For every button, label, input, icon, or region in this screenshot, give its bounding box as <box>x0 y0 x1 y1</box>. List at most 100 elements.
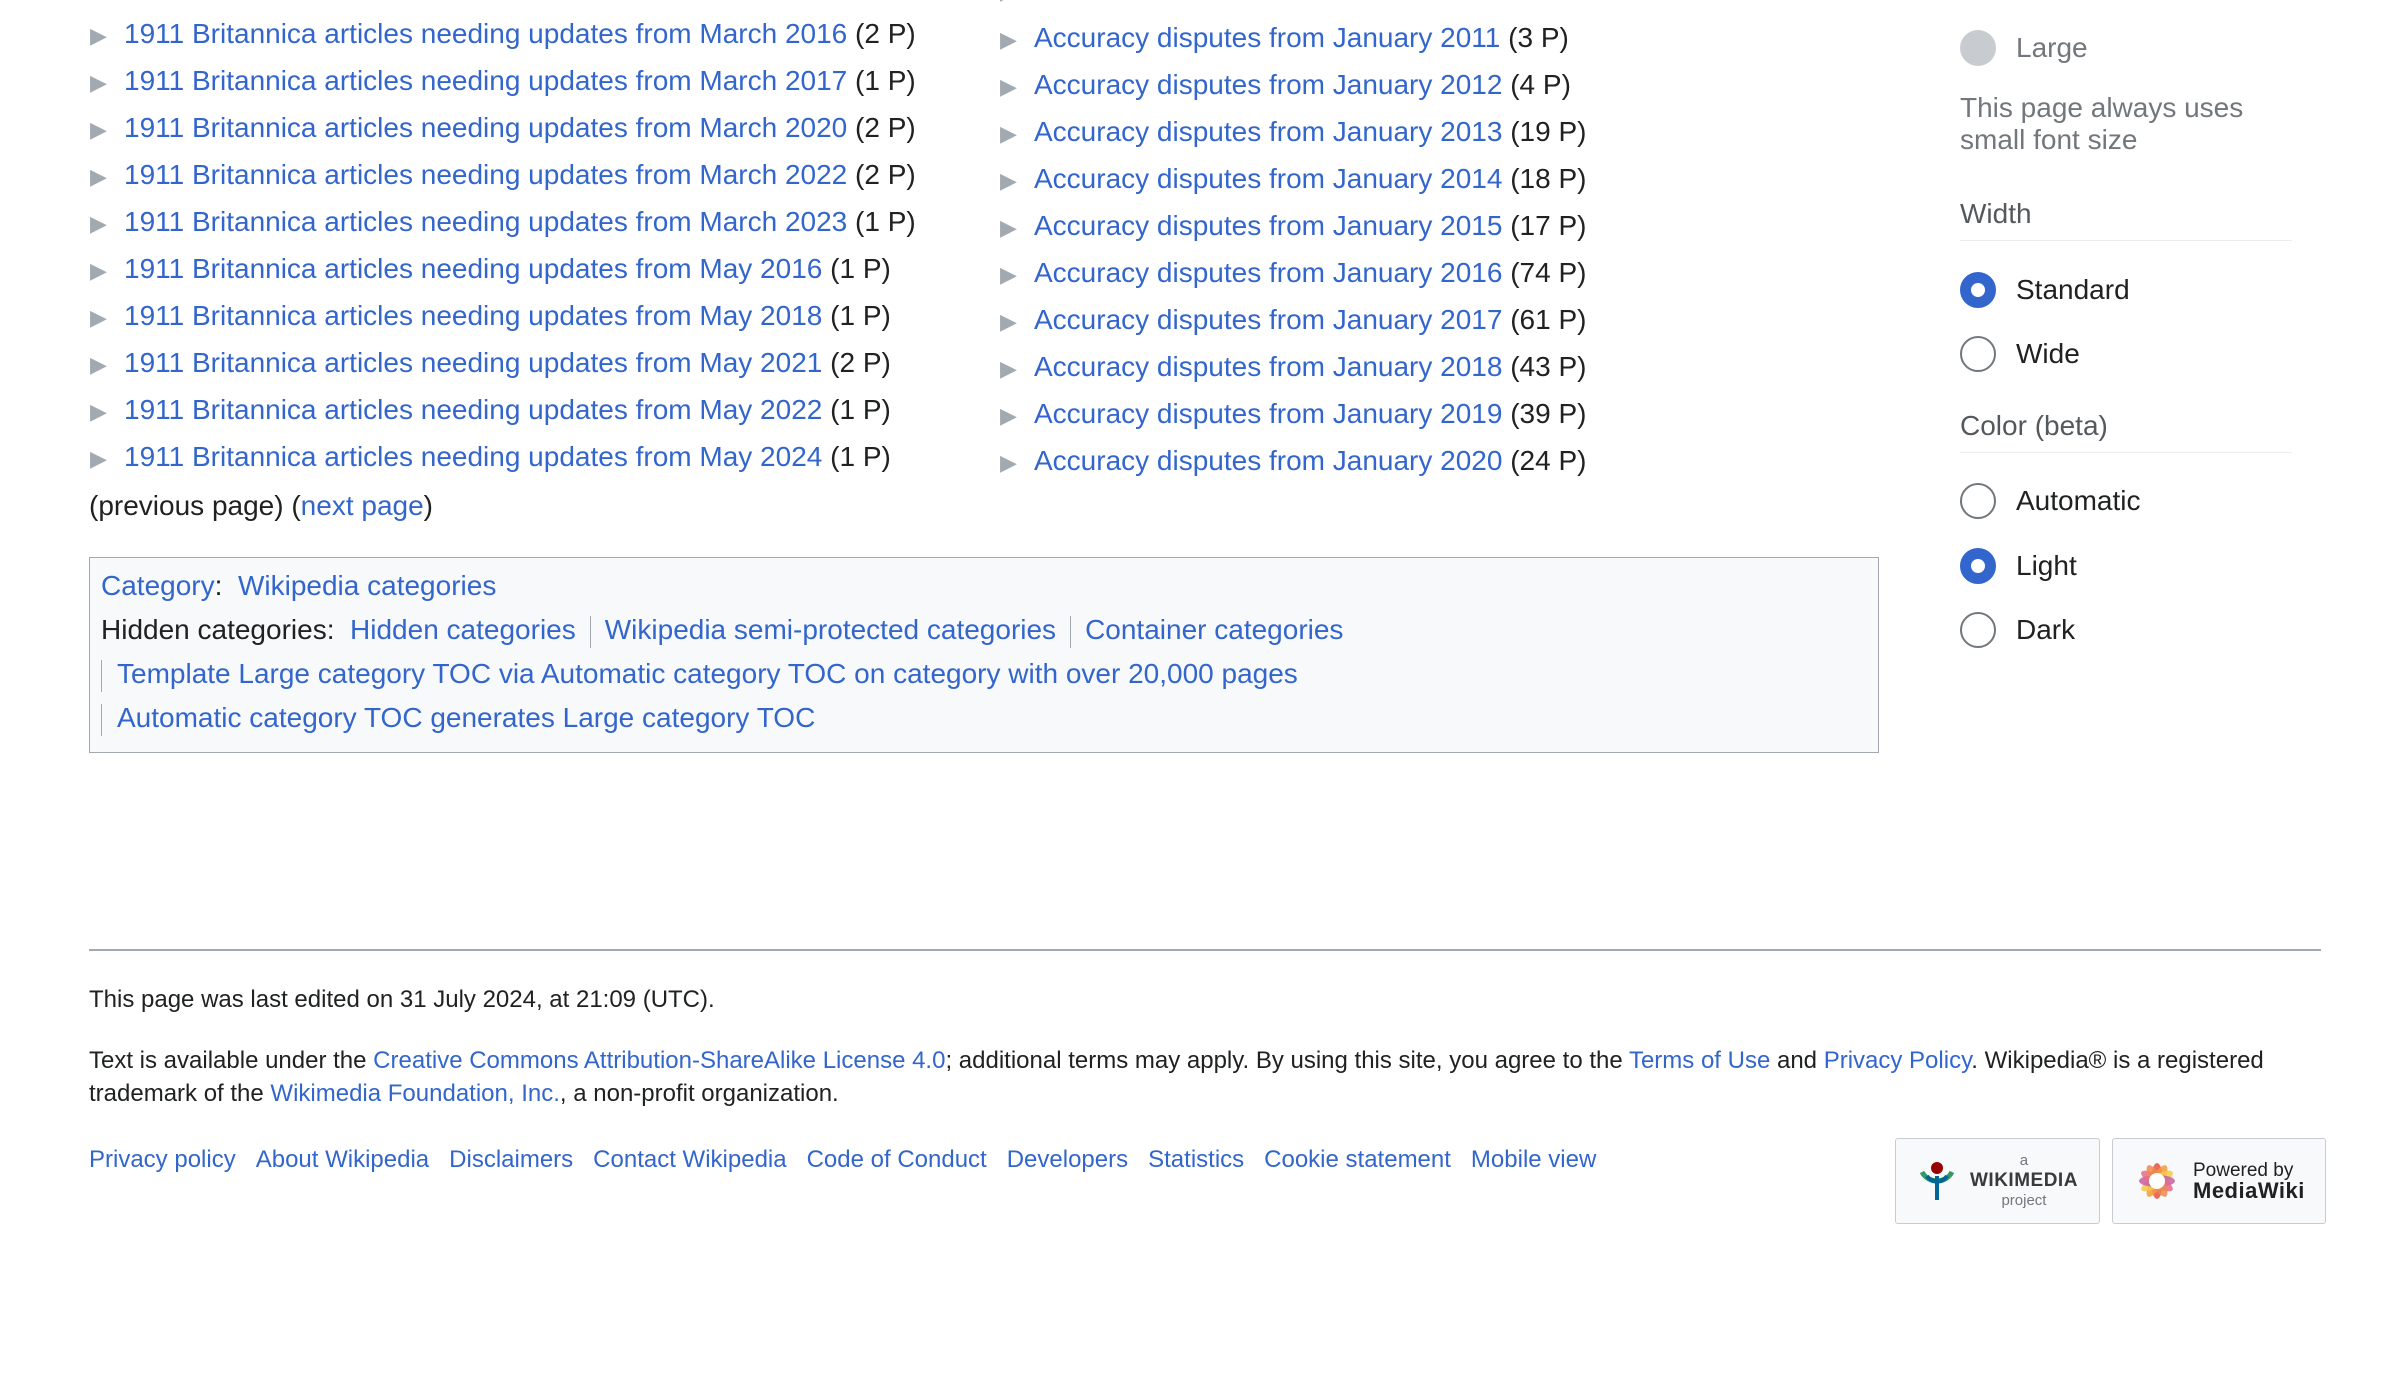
hidden-category-link[interactable]: Container categories <box>1085 614 1343 645</box>
hidden-category-link[interactable]: Template Large category TOC via Automati… <box>117 658 1298 689</box>
subcategory-link[interactable]: Accuracy disputes from January 2016 <box>1034 257 1502 288</box>
expand-triangle-icon[interactable]: ▶ <box>1000 63 1034 110</box>
category-label-link[interactable]: Category <box>101 570 215 601</box>
page-count: (1 P) <box>830 253 891 284</box>
category-wikipedia-categories-link[interactable]: Wikipedia categories <box>238 570 496 601</box>
page-count: (1 P) <box>830 394 891 425</box>
page-count: (1 P) <box>855 65 916 96</box>
license-text: , a non-profit organization. <box>559 1080 839 1107</box>
option-label[interactable]: Automatic <box>2016 485 2141 517</box>
page-count: (3 P) <box>1508 22 1569 53</box>
footer-link-statistics[interactable]: Statistics <box>1148 1146 1244 1173</box>
expand-triangle-icon[interactable]: ▶ <box>90 153 124 200</box>
expand-triangle-icon[interactable]: ▶ <box>90 388 124 435</box>
option-label[interactable]: Light <box>2016 550 2077 582</box>
option-label[interactable]: Wide <box>2016 338 2080 370</box>
subcategory-item: ▶ 1911 Britannica articles needing update… <box>90 339 916 386</box>
expand-triangle-icon[interactable]: ▶ <box>1000 298 1034 345</box>
wikimedia-foundation-link[interactable]: Wikimedia Foundation, Inc. <box>270 1080 559 1107</box>
subcategory-link[interactable]: Accuracy disputes from January 2018 <box>1034 351 1502 382</box>
expand-triangle-icon[interactable]: ▶ <box>90 59 124 106</box>
page-count: (1 P) <box>855 206 916 237</box>
text-size-option-large: Large <box>1960 28 2088 68</box>
expand-triangle-icon[interactable]: ▶ <box>90 435 124 482</box>
width-option-wide[interactable]: Wide <box>1960 334 2080 374</box>
subcategory-link[interactable]: 1911 Britannica articles needing updates… <box>124 159 847 190</box>
hidden-category-link[interactable]: Hidden categories <box>350 614 576 645</box>
wikimedia-project-badge[interactable]: a WIKIMEDIA project <box>1895 1138 2100 1224</box>
expand-triangle-icon[interactable]: ▶ <box>1000 345 1034 392</box>
color-option-dark[interactable]: Dark <box>1960 610 2075 650</box>
hidden-category-link[interactable]: Wikipedia semi-protected categories <box>605 614 1056 645</box>
expand-triangle-icon[interactable]: ▶ <box>1000 439 1034 486</box>
color-heading: Color (beta) <box>1960 410 2292 453</box>
subcategory-link[interactable]: 1911 Britannica articles needing updates… <box>124 441 822 472</box>
subcategory-link[interactable]: Accuracy disputes from January 2020 <box>1034 445 1502 476</box>
expand-triangle-icon[interactable]: ▶ <box>1000 251 1034 298</box>
category-row: Category: Wikipedia categories <box>101 570 496 602</box>
footer-link-developers[interactable]: Developers <box>1007 1146 1128 1173</box>
subcategory-item: ▶ Accuracy disputes from January 2011 (3 … <box>1000 14 1586 61</box>
subcategory-link[interactable]: Accuracy disputes from January 2012 <box>1034 69 1502 100</box>
subcategory-item: ▶ Accuracy disputes from January 2019 (39… <box>1000 390 1586 437</box>
terms-of-use-link[interactable]: Terms of Use <box>1629 1047 1770 1074</box>
badge-name-text: WIKIMEDIA <box>1970 1170 2078 1191</box>
powered-by-mediawiki-badge[interactable]: Powered by MediaWiki <box>2112 1138 2326 1224</box>
radio-button[interactable] <box>1960 272 1996 308</box>
footer-link-contact-wikipedia[interactable]: Contact Wikipedia <box>593 1146 786 1173</box>
subcategory-link[interactable]: Accuracy disputes from January 2015 <box>1034 210 1502 241</box>
subcategory-link[interactable]: 1911 Britannica articles needing updates… <box>124 112 847 143</box>
category-links-box: Category: Wikipedia categories Hidden ca… <box>89 557 1879 753</box>
option-label[interactable]: Standard <box>2016 274 2130 306</box>
license-text: ; additional terms may apply. By using t… <box>945 1047 1629 1074</box>
expand-triangle-icon[interactable]: ▶ <box>1000 16 1034 63</box>
subcategory-link[interactable]: Accuracy disputes from January 2014 <box>1034 163 1502 194</box>
footer-link-cookie-statement[interactable]: Cookie statement <box>1264 1146 1451 1173</box>
expand-triangle-icon[interactable]: ▶ <box>90 106 124 153</box>
expand-triangle-icon[interactable]: ▶ <box>1000 157 1034 204</box>
privacy-policy-link[interactable]: Privacy Policy <box>1824 1047 1972 1074</box>
subcategory-link[interactable]: 1911 Britannica articles needing updates… <box>124 253 822 284</box>
option-label[interactable]: Dark <box>2016 614 2075 646</box>
radio-button[interactable] <box>1960 612 1996 648</box>
next-page-link[interactable]: next page <box>301 490 424 521</box>
color-option-automatic[interactable]: Automatic <box>1960 481 2141 521</box>
cc-license-link[interactable]: Creative Commons Attribution-ShareAlike … <box>373 1047 945 1074</box>
expand-triangle-icon[interactable]: ▶ <box>1000 0 1034 5</box>
expand-triangle-icon[interactable]: ▶ <box>1000 110 1034 157</box>
expand-triangle-icon[interactable]: ▶ <box>90 294 124 341</box>
radio-button[interactable] <box>1960 483 1996 519</box>
footer-link-mobile-view[interactable]: Mobile view <box>1471 1146 1596 1173</box>
expand-triangle-icon[interactable]: ▶ <box>90 200 124 247</box>
page-count: (43 P) <box>1510 351 1587 382</box>
subcategory-link[interactable]: 1911 Britannica articles needing updates… <box>124 206 847 237</box>
footer-link-disclaimers[interactable]: Disclaimers <box>449 1146 573 1173</box>
subcategory-link[interactable]: Accuracy disputes from January 2017 <box>1034 304 1502 335</box>
hidden-category-link[interactable]: Automatic category TOC generates Large c… <box>117 702 815 733</box>
expand-triangle-icon[interactable]: ▶ <box>1000 392 1034 439</box>
subcategory-link[interactable]: Accuracy disputes from January 2019 <box>1034 398 1502 429</box>
expand-triangle-icon[interactable]: ▶ <box>90 341 124 388</box>
radio-button[interactable] <box>1960 548 1996 584</box>
footer-link-privacy-policy[interactable]: Privacy policy <box>89 1146 236 1173</box>
footer-link-about-wikipedia[interactable]: About Wikipedia <box>256 1146 429 1173</box>
subcategory-link[interactable]: 1911 Britannica articles needing updates… <box>124 394 822 425</box>
expand-triangle-icon[interactable]: ▶ <box>90 247 124 294</box>
subcategory-link[interactable]: 1911 Britannica articles needing updates… <box>124 65 847 96</box>
subcategory-item: ▶ Accuracy disputes from January 2013 (19… <box>1000 108 1586 155</box>
subcategory-link[interactable]: 1911 Britannica articles needing updates… <box>124 18 847 49</box>
expand-triangle-icon[interactable]: ▶ <box>1000 204 1034 251</box>
page-count: (2 P) <box>855 18 916 49</box>
radio-button[interactable] <box>1960 336 1996 372</box>
expand-triangle-icon[interactable]: ▶ <box>90 12 124 59</box>
subcategory-link[interactable]: 1911 Britannica articles needing updates… <box>124 300 822 331</box>
previous-page-text: (previous page) <box>89 490 284 521</box>
color-option-light[interactable]: Light <box>1960 546 2077 586</box>
width-option-standard[interactable]: Standard <box>1960 270 2130 310</box>
subcategory-link[interactable]: 1911 Britannica articles needing updates… <box>124 347 822 378</box>
category-row-partial[interactable]: ▶ <box>1000 0 1034 6</box>
footer-link-code-of-conduct[interactable]: Code of Conduct <box>807 1146 987 1173</box>
license-text: and <box>1770 1047 1824 1074</box>
subcategory-link[interactable]: Accuracy disputes from January 2011 <box>1034 22 1500 53</box>
subcategory-link[interactable]: Accuracy disputes from January 2013 <box>1034 116 1502 147</box>
